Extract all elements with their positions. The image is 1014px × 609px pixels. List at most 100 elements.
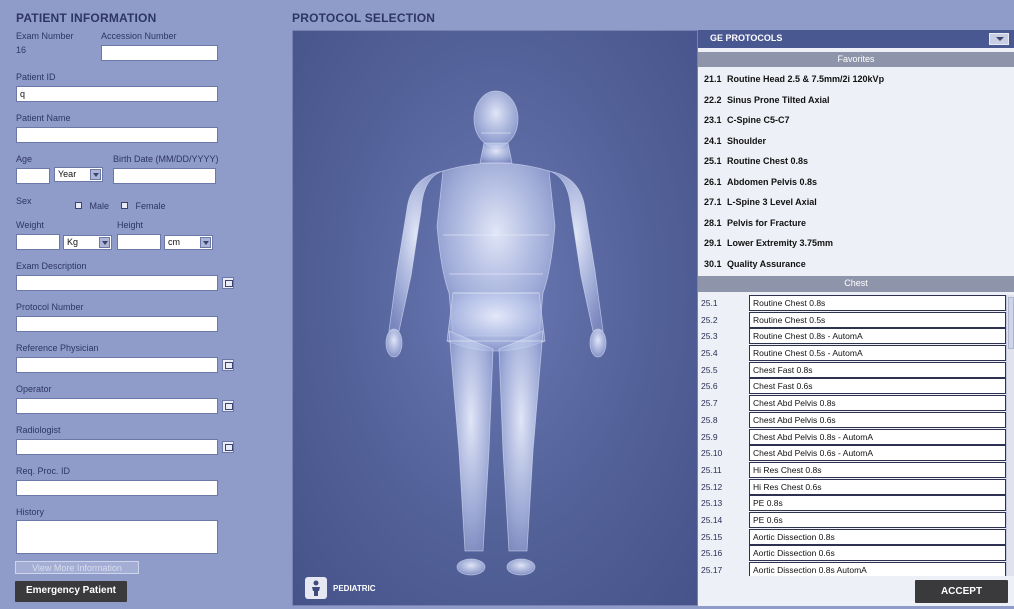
patient-name-input[interactable] (16, 127, 218, 143)
chest-protocol-row[interactable]: 25.7 Chest Abd Pelvis 0.8s (698, 395, 1006, 412)
chest-protocol-row[interactable]: 25.17 Aortic Dissection 0.8s AutomA (698, 562, 1006, 576)
weight-input[interactable] (16, 234, 60, 250)
chest-protocol-number: 25.15 (701, 531, 723, 542)
favorite-item[interactable]: 28.1 Pelvis for Fracture (698, 213, 1014, 234)
req-proc-id-input[interactable] (16, 480, 218, 496)
exam-description-lookup-icon[interactable] (222, 277, 234, 289)
operator-lookup-icon[interactable] (222, 400, 234, 412)
chest-protocol-name[interactable]: Aortic Dissection 0.8s AutomA (749, 562, 1006, 576)
chest-protocol-name[interactable]: PE 0.6s (749, 511, 1006, 528)
favorite-item[interactable]: 21.1 Routine Head 2.5 & 7.5mm/2i 120kVp (698, 69, 1014, 90)
age-unit-value: Year (58, 169, 77, 179)
history-textarea[interactable] (16, 520, 218, 554)
chest-protocol-name[interactable]: Chest Abd Pelvis 0.8s - AutomA (749, 428, 1006, 445)
reference-physician-lookup-icon[interactable] (222, 359, 234, 371)
chest-protocol-row[interactable]: 25.6 Chest Fast 0.6s (698, 378, 1006, 395)
chest-protocol-row[interactable]: 25.8 Chest Abd Pelvis 0.6s (698, 411, 1006, 429)
chest-protocol-number: 25.16 (701, 548, 723, 559)
favorite-item[interactable]: 26.1 Abdomen Pelvis 0.8s (698, 172, 1014, 193)
favorite-item[interactable]: 30.1 Quality Assurance (698, 254, 1014, 275)
chest-protocol-number: 25.10 (701, 448, 723, 459)
chest-protocol-name[interactable]: Aortic Dissection 0.6s (749, 545, 1006, 562)
chest-protocol-name[interactable]: Routine Chest 0.8s - AutomA (749, 328, 1006, 345)
radiologist-input[interactable] (16, 439, 218, 455)
chest-protocol-number: 25.17 (701, 565, 723, 575)
height-input[interactable] (117, 234, 161, 250)
exam-description-input[interactable] (16, 275, 218, 291)
favorite-name: C-Spine C5-C7 (727, 115, 790, 125)
favorite-item[interactable]: 23.1 C-Spine C5-C7 (698, 110, 1014, 131)
weight-label: Weight (16, 220, 44, 230)
chest-protocol-number: 25.14 (701, 514, 723, 525)
accession-number-input[interactable] (101, 45, 218, 61)
chest-protocol-name[interactable]: Aortic Dissection 0.8s (749, 528, 1006, 545)
birth-date-input[interactable] (113, 168, 216, 184)
sex-male-radio[interactable]: Male (75, 196, 109, 214)
chest-protocol-name[interactable]: Chest Abd Pelvis 0.6s - AutomA (749, 445, 1006, 462)
emergency-patient-button[interactable]: Emergency Patient (15, 581, 127, 602)
chest-list-scrollbar[interactable] (1006, 295, 1014, 576)
patient-id-input[interactable]: q (16, 86, 218, 102)
chest-protocol-name[interactable]: PE 0.8s (749, 495, 1006, 512)
scroll-thumb[interactable] (1008, 297, 1014, 349)
favorites-list: 21.1 Routine Head 2.5 & 7.5mm/2i 120kVp 22… (698, 69, 1014, 274)
favorite-item[interactable]: 27.1 L-Spine 3 Level Axial (698, 192, 1014, 213)
favorite-item[interactable]: 25.1 Routine Chest 0.8s (698, 151, 1014, 172)
chest-protocol-name[interactable]: Chest Abd Pelvis 0.6s (749, 411, 1006, 428)
operator-input[interactable] (16, 398, 218, 414)
chest-protocol-number: 25.12 (701, 481, 723, 492)
favorite-name: Routine Head 2.5 & 7.5mm/2i 120kVp (727, 74, 885, 84)
chest-protocol-number: 25.3 (701, 331, 718, 342)
pediatric-toggle[interactable] (305, 577, 327, 599)
head-region (473, 90, 519, 148)
chest-protocol-row[interactable]: 25.13 PE 0.8s (698, 495, 1006, 512)
favorite-number: 25.1 (704, 156, 722, 166)
chest-protocol-name[interactable]: Chest Fast 0.8s (749, 361, 1006, 378)
favorite-item[interactable]: 22.2 Sinus Prone Tilted Axial (698, 90, 1014, 111)
favorite-item[interactable]: 29.1 Lower Extremity 3.75mm (698, 233, 1014, 254)
chest-protocol-row[interactable]: 25.4 Routine Chest 0.5s - AutomA (698, 345, 1006, 362)
protocol-panel: GE PROTOCOLS Favorites 21.1 Routine Head … (698, 30, 1014, 606)
chest-protocol-name[interactable]: Routine Chest 0.8s (749, 295, 1006, 311)
sex-female-radio[interactable]: Female (121, 196, 165, 214)
chest-protocol-name[interactable]: Routine Chest 0.5s - AutomA (749, 345, 1006, 362)
chest-protocol-row[interactable]: 25.15 Aortic Dissection 0.8s (698, 528, 1006, 546)
patient-name-label: Patient Name (16, 113, 71, 123)
accept-button[interactable]: ACCEPT (915, 580, 1008, 603)
chest-protocol-name[interactable]: Hi Res Chest 0.6s (749, 478, 1006, 495)
chest-protocol-row[interactable]: 25.10 Chest Abd Pelvis 0.6s - AutomA (698, 445, 1006, 462)
chest-protocol-row[interactable]: 25.5 Chest Fast 0.8s (698, 361, 1006, 379)
chest-protocol-name[interactable]: Hi Res Chest 0.8s (749, 461, 1006, 478)
chest-protocol-number: 25.5 (701, 364, 718, 375)
age-input[interactable] (16, 168, 50, 184)
chevron-down-icon[interactable] (989, 33, 1009, 45)
chest-protocol-row[interactable]: 25.2 Routine Chest 0.5s (698, 311, 1006, 329)
chest-protocol-name[interactable]: Chest Fast 0.6s (749, 378, 1006, 395)
chest-protocol-row[interactable]: 25.1 Routine Chest 0.8s (698, 295, 1006, 312)
chest-protocol-number: 25.8 (701, 414, 718, 425)
favorite-number: 29.1 (704, 238, 722, 248)
chest-protocol-row[interactable]: 25.3 Routine Chest 0.8s - AutomA (698, 328, 1006, 345)
height-unit-select[interactable]: cm (164, 235, 213, 250)
protocol-number-input[interactable] (16, 316, 218, 332)
person-icon (312, 580, 320, 596)
anatomy-viewer[interactable]: PEDIATRIC (292, 30, 698, 606)
reference-physician-input[interactable] (16, 357, 218, 373)
chest-protocol-row[interactable]: 25.14 PE 0.6s (698, 511, 1006, 529)
history-label: History (16, 507, 45, 517)
height-unit-value: cm (168, 237, 180, 247)
protocol-set-selector[interactable]: GE PROTOCOLS (698, 30, 1014, 48)
chest-protocol-name[interactable]: Routine Chest 0.5s (749, 311, 1006, 328)
radiologist-lookup-icon[interactable] (222, 441, 234, 453)
favorite-item[interactable]: 24.1 Shoulder (698, 131, 1014, 152)
view-more-button[interactable]: View More Information (15, 561, 139, 574)
chest-protocol-row[interactable]: 25.16 Aortic Dissection 0.6s (698, 545, 1006, 562)
chest-protocol-row[interactable]: 25.11 Hi Res Chest 0.8s (698, 461, 1006, 479)
weight-unit-select[interactable]: Kg (63, 235, 112, 250)
chest-protocol-name[interactable]: Chest Abd Pelvis 0.8s (749, 395, 1006, 412)
age-unit-select[interactable]: Year (54, 167, 103, 182)
chest-protocol-row[interactable]: 25.9 Chest Abd Pelvis 0.8s - AutomA (698, 428, 1006, 446)
chest-protocol-number: 25.9 (701, 431, 718, 442)
chest-protocol-row[interactable]: 25.12 Hi Res Chest 0.6s (698, 478, 1006, 496)
chest-protocol-list: 25.1 Routine Chest 0.8s 25.2 Routine Chest … (698, 295, 1006, 576)
